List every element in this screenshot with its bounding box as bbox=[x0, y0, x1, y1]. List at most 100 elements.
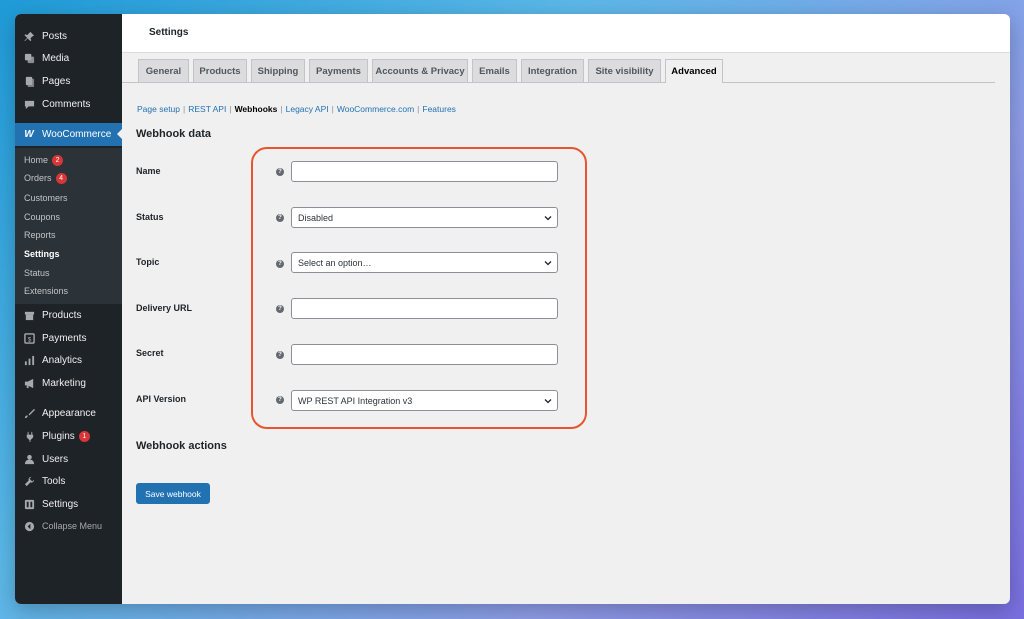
collapse-label: Collapse Menu bbox=[42, 521, 103, 531]
sidebar-item-label: Products bbox=[42, 309, 82, 321]
active-indicator bbox=[117, 129, 122, 139]
subsection-woocommerce-com[interactable]: WooCommerce.com bbox=[337, 104, 414, 114]
tab-products[interactable]: Products bbox=[193, 59, 247, 82]
submenu-item-extensions[interactable]: Extensions bbox=[24, 284, 68, 298]
subsection-webhooks[interactable]: Webhooks bbox=[235, 104, 278, 114]
sidebar-item-woocommerce[interactable]: W WooCommerce bbox=[15, 123, 122, 146]
subsection-rest-api[interactable]: REST API bbox=[188, 104, 226, 114]
user-icon bbox=[23, 453, 35, 465]
api-version-select[interactable]: WP REST API Integration v3 bbox=[291, 390, 558, 411]
notification-badge: 2 bbox=[52, 154, 64, 166]
sidebar-item-products[interactable]: Products bbox=[15, 304, 122, 326]
webhook-data-heading: Webhook data bbox=[136, 128, 211, 140]
submenu-item-customers[interactable]: Customers bbox=[24, 191, 68, 205]
tab-shipping[interactable]: Shipping bbox=[251, 59, 305, 82]
help-icon[interactable]: ? bbox=[276, 351, 284, 359]
submenu-item-coupons[interactable]: Coupons bbox=[24, 210, 60, 224]
sidebar-item-label: Media bbox=[42, 52, 70, 64]
sidebar-item-label: Plugins bbox=[42, 430, 75, 442]
subsection-page-setup[interactable]: Page setup bbox=[137, 104, 180, 114]
notification-badge: 4 bbox=[55, 172, 67, 184]
api-version-label: API Version bbox=[136, 394, 187, 404]
subsection-legacy-api[interactable]: Legacy API bbox=[286, 104, 329, 114]
sidebar-item-pages[interactable]: Pages bbox=[15, 70, 122, 92]
sidebar-item-plugins[interactable]: Plugins 1 bbox=[15, 425, 122, 447]
sidebar-item-users[interactable]: Users bbox=[15, 448, 122, 470]
form-highlight-outline bbox=[251, 147, 587, 429]
page-header: Settings bbox=[122, 14, 1010, 53]
collapse-menu-button[interactable]: Collapse Menu bbox=[15, 515, 122, 537]
submenu-label: Status bbox=[24, 268, 50, 278]
tab-general[interactable]: General bbox=[138, 59, 189, 82]
submenu-item-status[interactable]: Status bbox=[24, 266, 50, 280]
subsection-features[interactable]: Features bbox=[422, 104, 456, 114]
secret-input[interactable] bbox=[291, 344, 558, 365]
woocommerce-submenu: Home 2 Orders 4 Customers Coupons Report… bbox=[15, 148, 122, 304]
delivery-url-label: Delivery URL bbox=[136, 303, 193, 313]
chart-bar-icon bbox=[23, 354, 35, 366]
brush-icon bbox=[23, 407, 35, 419]
sidebar-item-analytics[interactable]: Analytics bbox=[15, 349, 122, 371]
delivery-url-input[interactable] bbox=[291, 298, 558, 319]
media-icon bbox=[23, 52, 35, 64]
help-icon[interactable]: ? bbox=[276, 214, 284, 222]
submenu-label: Coupons bbox=[24, 212, 61, 222]
status-label: Status bbox=[136, 212, 164, 222]
archive-icon bbox=[23, 309, 35, 321]
tab-accounts-privacy[interactable]: Accounts & Privacy bbox=[372, 59, 468, 82]
chevron-down-icon bbox=[544, 214, 552, 222]
settings-tabs: General Products Shipping Payments Accou… bbox=[122, 59, 995, 83]
submenu-label: Settings bbox=[24, 249, 60, 259]
name-label: Name bbox=[136, 166, 161, 176]
webhook-actions-heading: Webhook actions bbox=[136, 440, 227, 452]
status-select[interactable]: Disabled bbox=[291, 207, 558, 228]
submenu-label: Home bbox=[24, 155, 49, 165]
submenu-label: Orders bbox=[24, 173, 52, 183]
topic-select[interactable]: Select an option… bbox=[291, 252, 558, 273]
payments-icon: $ bbox=[23, 332, 35, 344]
sidebar-item-settings[interactable]: Settings bbox=[15, 493, 122, 515]
save-webhook-button[interactable]: Save webhook bbox=[136, 483, 210, 504]
megaphone-icon bbox=[23, 377, 35, 389]
svg-text:$: $ bbox=[27, 336, 31, 343]
help-icon[interactable]: ? bbox=[276, 260, 284, 268]
sidebar-item-comments[interactable]: Comments bbox=[15, 93, 122, 115]
sidebar-item-label: Comments bbox=[42, 98, 91, 110]
woo-icon: W bbox=[24, 129, 34, 140]
sidebar-item-appearance[interactable]: Appearance bbox=[15, 402, 122, 424]
tab-payments[interactable]: Payments bbox=[309, 59, 368, 82]
tab-emails[interactable]: Emails bbox=[472, 59, 517, 82]
chevron-down-icon bbox=[544, 259, 552, 267]
plug-icon bbox=[23, 430, 35, 442]
submenu-item-orders[interactable]: Orders 4 bbox=[24, 171, 67, 185]
submenu-item-reports[interactable]: Reports bbox=[24, 228, 56, 242]
sidebar-item-label: Appearance bbox=[42, 407, 96, 419]
submenu-label: Customers bbox=[24, 193, 68, 203]
sidebar-item-media[interactable]: Media bbox=[15, 47, 122, 69]
sidebar-item-posts[interactable]: Posts bbox=[15, 25, 122, 47]
topic-label: Topic bbox=[136, 257, 160, 267]
sidebar-item-tools[interactable]: Tools bbox=[15, 470, 122, 492]
chevron-down-icon bbox=[544, 397, 552, 405]
sidebar-item-marketing[interactable]: Marketing bbox=[15, 372, 122, 394]
submenu-item-home[interactable]: Home 2 bbox=[24, 153, 64, 167]
admin-sidebar: Posts Media Pages Comments W WooCommerce… bbox=[15, 14, 122, 604]
pages-icon bbox=[23, 75, 35, 87]
sidebar-item-label: Tools bbox=[42, 475, 66, 487]
help-icon[interactable]: ? bbox=[276, 168, 284, 176]
name-input[interactable] bbox=[291, 161, 558, 182]
tab-site-visibility[interactable]: Site visibility bbox=[588, 59, 661, 82]
sidebar-item-label: Posts bbox=[42, 30, 68, 42]
sidebar-item-label: Payments bbox=[42, 332, 87, 344]
tab-advanced[interactable]: Advanced bbox=[665, 59, 723, 83]
subsection-nav: Page setup | REST API | Webhooks | Legacy A… bbox=[137, 104, 456, 114]
sidebar-item-payments[interactable]: $ Payments bbox=[15, 327, 122, 349]
sidebar-item-label: Marketing bbox=[42, 377, 86, 389]
help-icon[interactable]: ? bbox=[276, 305, 284, 313]
wrench-icon bbox=[23, 475, 35, 487]
comment-icon bbox=[23, 98, 35, 110]
submenu-item-settings[interactable]: Settings bbox=[24, 247, 60, 261]
tab-integration[interactable]: Integration bbox=[521, 59, 584, 82]
help-icon[interactable]: ? bbox=[276, 396, 284, 404]
sidebar-item-label: Users bbox=[42, 453, 69, 465]
